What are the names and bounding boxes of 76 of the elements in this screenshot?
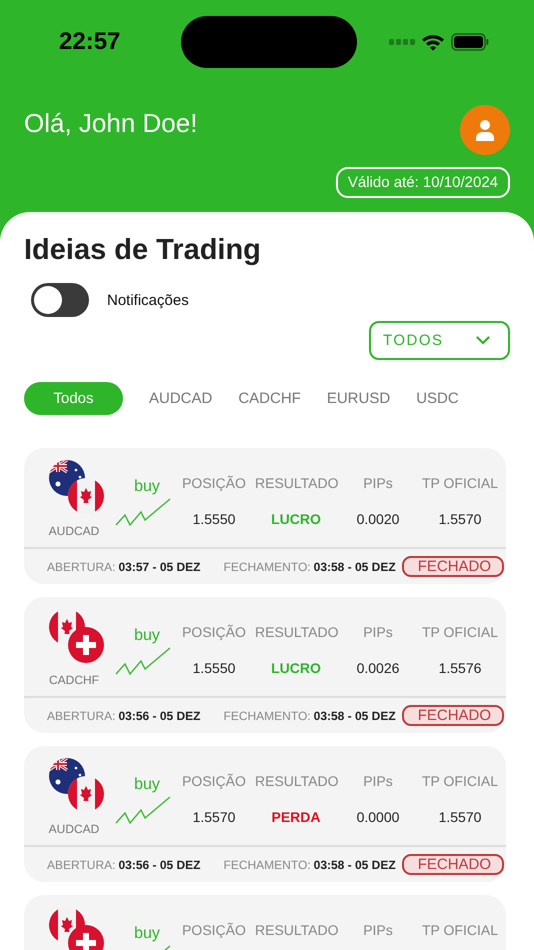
greeting-text: Olá, John Doe! — [24, 108, 198, 139]
direction-label: buy — [134, 478, 160, 496]
close-time: 03:58 - 05 DEZ — [314, 560, 396, 574]
validity-badge: Válido até: 10/10/2024 — [336, 167, 510, 198]
trend-line-icon — [115, 498, 171, 526]
notifications-label: Notificações — [107, 292, 189, 308]
trade-value: 1.5550 — [192, 511, 236, 527]
column-header: PIPs — [362, 773, 394, 789]
open-label: ABERTURA: — [47, 708, 116, 722]
column-header: TP OFICIAL — [421, 475, 499, 491]
pair-filter-tab[interactable]: AUDCAD — [149, 382, 212, 415]
chevron-down-icon — [476, 336, 490, 345]
status-badge: FECHADO — [402, 705, 504, 726]
signal-icon — [389, 39, 415, 45]
pair-label: AUDCAD — [48, 822, 100, 836]
trend-line-icon — [115, 647, 171, 675]
column-header: RESULTADO — [255, 475, 337, 491]
wifi-icon — [421, 33, 445, 51]
trade-value: 0.0026 — [356, 660, 400, 676]
column-header: PIPs — [362, 475, 394, 491]
trade-value: 0.0000 — [356, 809, 400, 825]
pair-filter-tab[interactable]: CADCHF — [238, 382, 301, 415]
trade-value: PERDA — [270, 809, 322, 825]
column-header: TP OFICIAL — [421, 922, 499, 938]
direction-label: buy — [134, 925, 160, 943]
trade-value: LUCRO — [270, 660, 322, 676]
close-label: FECHAMENTO: — [224, 708, 311, 722]
person-icon — [476, 120, 494, 140]
trade-value: LUCRO — [270, 511, 322, 527]
trade-value: 0.0020 — [356, 511, 400, 527]
pair-filter-tab[interactable]: Todos — [24, 382, 123, 415]
open-label: ABERTURA: — [47, 858, 116, 872]
column-header: RESULTADO — [255, 922, 337, 938]
column-header: TP OFICIAL — [421, 773, 499, 789]
column-header: RESULTADO — [255, 773, 337, 789]
pair-label: AUDCAD — [48, 524, 100, 538]
trade-value: 1.5570 — [438, 809, 482, 825]
trade-card[interactable]: AUDCAD buy POSIÇÃO RESULTADO PIPs TP OFICIAL 1.5570 PERDA 0.0000 1.5570 ABERTURA: 03:56 - 05 DEZ FECHAMENTO: 03:58 - 05 DEZ FECHADO — [24, 746, 506, 882]
column-header: TP OFICIAL — [421, 624, 499, 640]
column-header: POSIÇÃO — [181, 475, 247, 491]
profile-button[interactable] — [460, 105, 510, 155]
open-time: 03:57 - 05 DEZ — [118, 560, 201, 574]
column-header: PIPs — [362, 922, 394, 938]
column-header: RESULTADO — [255, 624, 337, 640]
close-label: FECHAMENTO: — [224, 560, 311, 574]
pair-filter-tab[interactable]: USDC — [416, 382, 459, 415]
trade-card[interactable]: CADCHF buy POSIÇÃO RESULTADO PIPs TP OFICIAL 1.5550 LUCRO 0.0026 1.5576 ABERTURA: 03:56 - 05 DEZ FECHAMENTO: 03:58 - 05 DEZ FECHADO — [24, 597, 506, 733]
trade-value: 1.5570 — [438, 511, 482, 527]
trend-line-icon — [115, 796, 171, 824]
trade-card[interactable]: AUDCAD buy POSIÇÃO RESULTADO PIPs TP OFICIAL 1.5550 LUCRO 0.0020 1.5570 ABERTURA: 03:57 - 05 DEZ FECHAMENTO: 03:58 - 05 DEZ FECHADO — [24, 448, 506, 584]
trade-card[interactable]: buy POSIÇÃO RESULTADO PIPs TP OFICIAL — [24, 895, 506, 950]
status-time: 22:57 — [58, 28, 122, 56]
open-time: 03:56 - 05 DEZ — [118, 708, 201, 722]
status-badge: FECHADO — [402, 854, 504, 875]
close-time: 03:58 - 05 DEZ — [314, 708, 396, 722]
status-badge: FECHADO — [402, 556, 504, 577]
flag-icon — [68, 627, 104, 663]
pair-label: CADCHF — [49, 673, 99, 687]
pair-filter-tab[interactable]: EURUSD — [326, 382, 390, 415]
column-header: PIPs — [362, 624, 394, 640]
column-header: POSIÇÃO — [181, 773, 247, 789]
trade-value: 1.5576 — [438, 660, 482, 676]
filter-dropdown[interactable]: TODOS — [369, 321, 510, 360]
column-header: POSIÇÃO — [181, 624, 247, 640]
close-time: 03:58 - 05 DEZ — [314, 858, 396, 872]
direction-label: buy — [134, 776, 160, 794]
open-label: ABERTURA: — [47, 560, 116, 574]
page-title: Ideias de Trading — [24, 234, 262, 267]
close-label: FECHAMENTO: — [224, 858, 311, 872]
notifications-toggle[interactable] — [31, 283, 89, 317]
column-header: POSIÇÃO — [181, 922, 247, 938]
trade-value: 1.5550 — [192, 660, 236, 676]
trade-value: 1.5570 — [192, 809, 236, 825]
battery-icon — [451, 33, 489, 51]
open-time: 03:56 - 05 DEZ — [118, 858, 201, 872]
direction-label: buy — [134, 627, 160, 645]
